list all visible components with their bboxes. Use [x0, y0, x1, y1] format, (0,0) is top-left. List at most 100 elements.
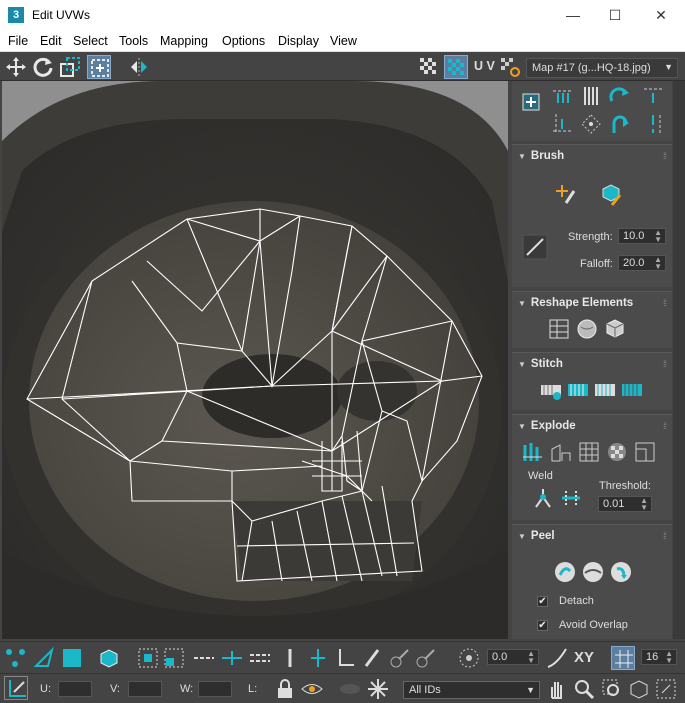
- stitch-to-source-icon[interactable]: [619, 377, 645, 403]
- break-icon[interactable]: [520, 439, 546, 465]
- rotate-cw-icon[interactable]: [606, 83, 632, 109]
- uv-viewport[interactable]: [2, 81, 508, 639]
- show-map-icon[interactable]: [444, 55, 468, 79]
- reshape-rollout-header[interactable]: ▼ Reshape Elements: [518, 297, 633, 309]
- soft-selection-icon[interactable]: [457, 646, 481, 670]
- weld-selected-icon[interactable]: [530, 485, 556, 511]
- menu-select[interactable]: Select: [73, 34, 108, 48]
- explode-grid-icon[interactable]: [576, 439, 602, 465]
- stack-vertical-icon[interactable]: [550, 111, 576, 137]
- explode-checker-icon[interactable]: [604, 439, 630, 465]
- absolute-offset-icon[interactable]: [4, 676, 28, 700]
- brush-rollout-header[interactable]: ▼ Brush: [518, 150, 564, 162]
- face-mode-icon[interactable]: [60, 646, 84, 670]
- angle-spinner[interactable]: 0.0 ▲ ▼: [487, 649, 539, 665]
- menu-file[interactable]: File: [8, 34, 28, 48]
- falloff-spinner[interactable]: 20.0 ▲ ▼: [618, 255, 666, 271]
- shrink-selection-icon[interactable]: [162, 646, 186, 670]
- lock-icon[interactable]: [273, 677, 297, 701]
- u-field[interactable]: [58, 681, 92, 697]
- weld-target-icon[interactable]: [558, 485, 584, 511]
- spinner-arrows-icon: ▲ ▼: [640, 496, 648, 512]
- zoom-extents-selected-icon[interactable]: [654, 677, 678, 701]
- menu-edit[interactable]: Edit: [40, 34, 62, 48]
- minimize-button[interactable]: —: [550, 0, 596, 30]
- falloff-type-icon[interactable]: [545, 646, 569, 670]
- select-overlap-icon[interactable]: [306, 646, 330, 670]
- brush-move-icon[interactable]: [552, 181, 578, 207]
- uv-axis-label[interactable]: U V: [474, 59, 495, 73]
- zoom-icon[interactable]: [572, 677, 596, 701]
- scale-icon[interactable]: [58, 55, 82, 79]
- element-mode-icon[interactable]: [97, 646, 121, 670]
- maximize-button[interactable]: ☐: [592, 0, 638, 30]
- relax-sphere-icon[interactable]: [574, 316, 600, 342]
- menu-options[interactable]: Options: [222, 34, 265, 48]
- show-hide-icon[interactable]: [300, 677, 324, 701]
- mirror-icon[interactable]: [127, 55, 151, 79]
- paint-select-icon[interactable]: [360, 646, 384, 670]
- menu-tools[interactable]: Tools: [119, 34, 148, 48]
- menu-display[interactable]: Display: [278, 34, 319, 48]
- paint-shrink-icon[interactable]: [414, 646, 438, 670]
- stitch-average-icon[interactable]: [592, 377, 618, 403]
- zoom-extents-icon[interactable]: [627, 677, 651, 701]
- diamond-grid-icon[interactable]: [578, 111, 604, 137]
- avoid-overlap-checkbox[interactable]: ✔: [537, 620, 548, 631]
- menu-mapping[interactable]: Mapping: [160, 34, 208, 48]
- xy-toggle[interactable]: XY: [574, 649, 594, 666]
- pan-icon[interactable]: [545, 677, 569, 701]
- explode-by-polygroup-icon[interactable]: [548, 439, 574, 465]
- material-id-select[interactable]: All IDs ▼: [403, 681, 540, 699]
- stitch-rollout-header[interactable]: ▼ Stitch: [518, 358, 563, 370]
- zoom-region-icon[interactable]: [600, 677, 624, 701]
- app-icon: 3: [8, 7, 24, 23]
- strength-spinner[interactable]: 10.0 ▲ ▼: [618, 228, 666, 244]
- align-horizontal-icon[interactable]: [550, 83, 576, 109]
- freeze-icon[interactable]: [366, 677, 390, 701]
- close-button[interactable]: ✕: [638, 0, 684, 30]
- reset-peel-icon[interactable]: [608, 559, 634, 585]
- align-bottom-icon[interactable]: [640, 111, 666, 137]
- align-vertical-icon[interactable]: [580, 83, 606, 109]
- loop-icon[interactable]: [192, 646, 216, 670]
- grid-snap-icon[interactable]: [611, 646, 635, 670]
- threshold-spinner[interactable]: 0.01 ▲ ▼: [598, 496, 652, 512]
- filter-icon[interactable]: [338, 677, 362, 701]
- point-to-point-icon[interactable]: [248, 646, 272, 670]
- w-field[interactable]: [198, 681, 232, 697]
- select-element-icon[interactable]: [518, 89, 544, 115]
- uv-settings-icon[interactable]: [498, 55, 522, 79]
- panel-scrollbar[interactable]: [673, 81, 685, 639]
- edge-separator-icon[interactable]: [278, 646, 302, 670]
- grow-selection-icon[interactable]: [136, 646, 160, 670]
- move-icon[interactable]: [4, 55, 28, 79]
- relax-cube-icon[interactable]: [602, 316, 628, 342]
- v-field[interactable]: [128, 681, 162, 697]
- align-top-icon[interactable]: [640, 83, 666, 109]
- brush-relax-icon[interactable]: [598, 181, 624, 207]
- flatten-icon[interactable]: [632, 439, 658, 465]
- map-dropdown[interactable]: Map #17 (g...HQ-18.jpg) ▼: [526, 58, 678, 78]
- grip-icon: ⁞⁞: [662, 151, 667, 161]
- detach-checkbox[interactable]: ✔: [537, 596, 548, 607]
- stitch-custom-icon[interactable]: [538, 377, 564, 403]
- explode-rollout-header[interactable]: ▼ Explode: [518, 420, 576, 432]
- checker-icon[interactable]: [417, 55, 441, 79]
- peel-mode-icon[interactable]: [580, 559, 606, 585]
- stitch-to-target-icon[interactable]: [565, 377, 591, 403]
- edge-mode-icon[interactable]: [32, 646, 56, 670]
- select-inverted-icon[interactable]: [334, 646, 358, 670]
- quick-peel-icon[interactable]: [552, 559, 578, 585]
- falloff-curve-icon[interactable]: [522, 234, 548, 260]
- rotate-ccw-icon[interactable]: [606, 111, 632, 137]
- vertex-mode-icon[interactable]: [4, 646, 28, 670]
- rotate-icon[interactable]: [31, 55, 55, 79]
- grid-spinner[interactable]: 16 ▲ ▼: [641, 649, 677, 665]
- straighten-icon[interactable]: [546, 316, 572, 342]
- ring-icon[interactable]: [220, 646, 244, 670]
- paint-enlarge-icon[interactable]: [388, 646, 412, 670]
- freeform-icon[interactable]: [87, 55, 111, 79]
- peel-rollout-header[interactable]: ▼ Peel: [518, 530, 555, 542]
- menu-view[interactable]: View: [330, 34, 357, 48]
